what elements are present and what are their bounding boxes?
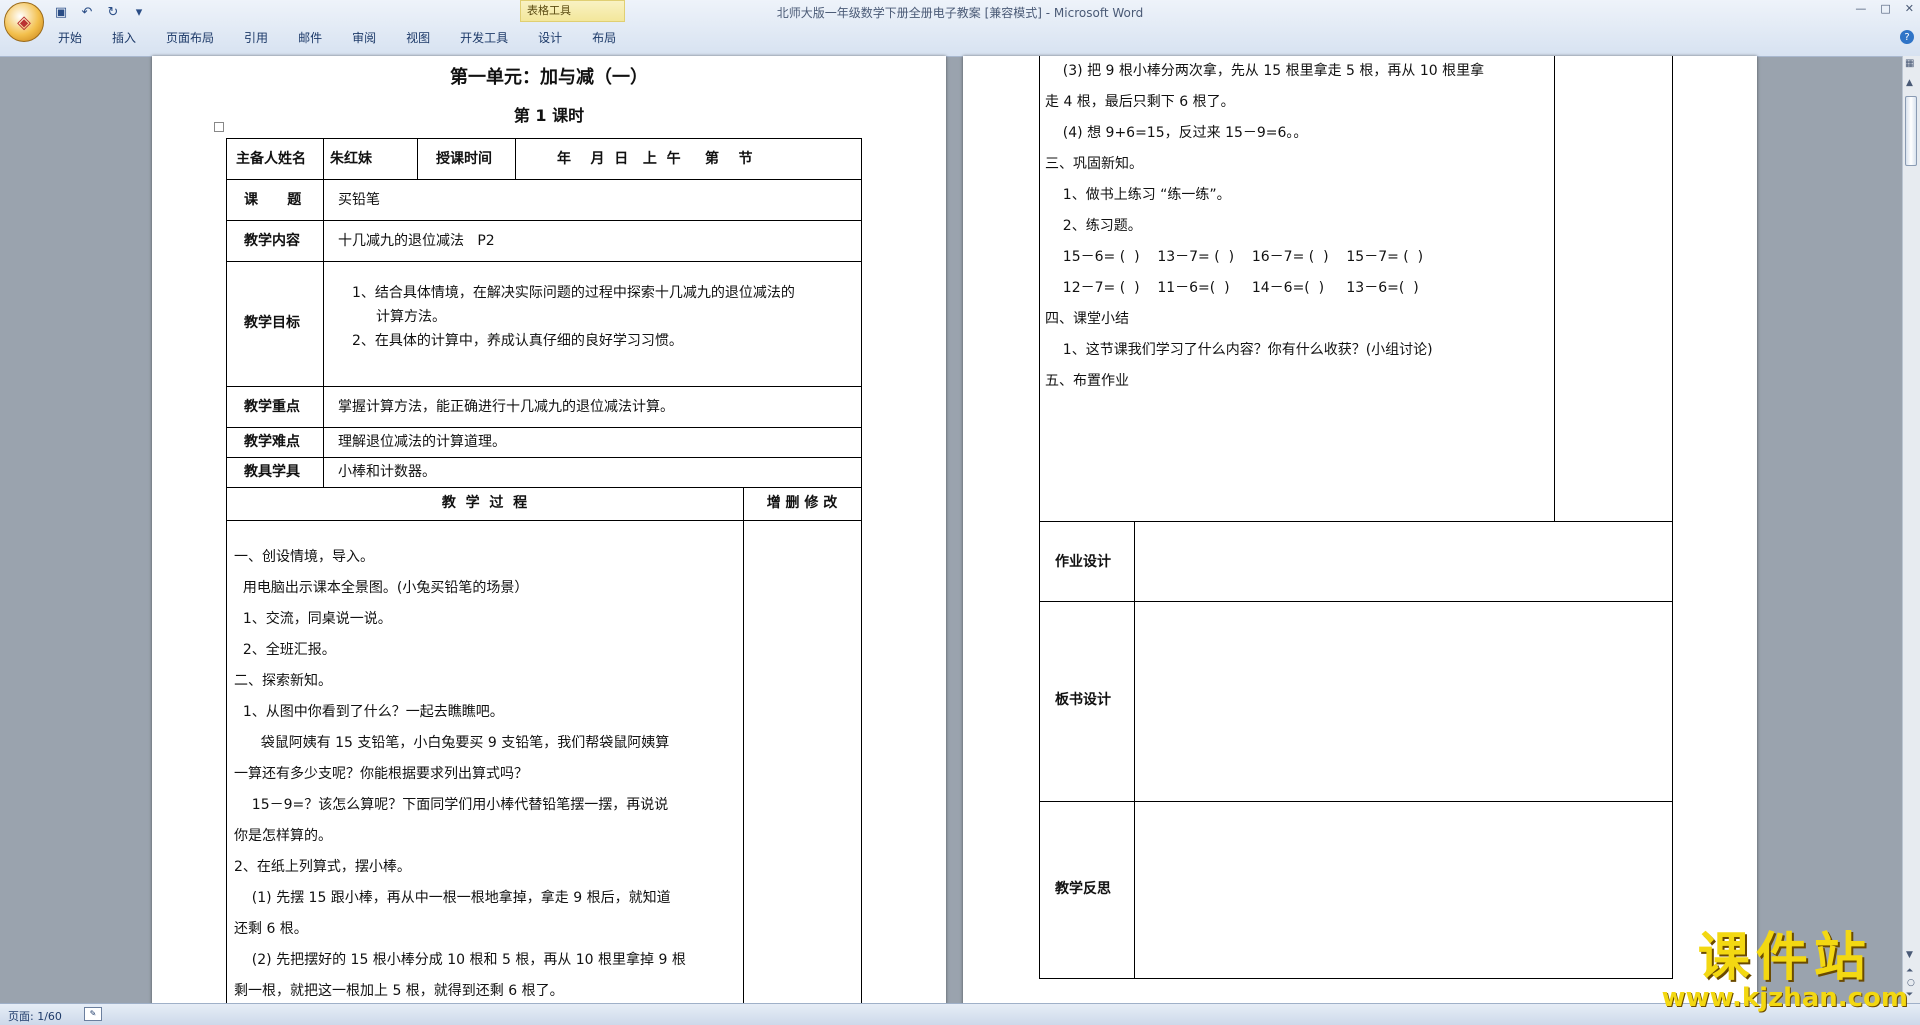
topic-value: 买铅笔 xyxy=(338,192,380,208)
tab-view[interactable]: 视图 xyxy=(406,29,430,46)
goal-label: 教学目标 xyxy=(244,315,300,331)
process-body: 一、创设情境，导入。 用电脑出示课本全景图。(小兔买铅笔的场景） 1、交流，同桌… xyxy=(234,542,739,1007)
board-design-label: 板书设计 xyxy=(1055,692,1111,708)
scroll-up-icon[interactable]: ▲ xyxy=(1906,78,1913,88)
goal-1b: 计算方法。 xyxy=(376,309,446,325)
vertical-scrollbar[interactable]: ▦ ▲ ▼ ⏶ ○ ⏷ xyxy=(1902,56,1920,1004)
homework-label: 作业设计 xyxy=(1055,554,1111,570)
process-line: 2、在纸上列算式，摆小棒。 xyxy=(234,859,411,875)
ribbon-tabs: 开始 插入 页面布局 引用 邮件 审阅 视图 开发工具 设计 布局 xyxy=(58,29,646,46)
document-title: 第一单元：加与减（一） xyxy=(450,67,648,88)
tools-value: 小棒和计数器。 xyxy=(338,464,436,480)
process-line: 15－9=？该怎么算呢？下面同学们用小棒代替铅笔摆一摆，再说说 xyxy=(234,797,669,813)
process-line: 1、这节课我们学习了什么内容？你有什么收获？(小组讨论) xyxy=(1045,342,1433,358)
process-line: 三、巩固新知。 xyxy=(1045,156,1143,172)
tab-references[interactable]: 引用 xyxy=(244,29,268,46)
key-point-label: 教学重点 xyxy=(244,399,300,415)
key-point-value: 掌握计算方法，能正确进行十几减九的退位减法计算。 xyxy=(338,399,674,415)
status-bar: 页面: 1/60 ✎ xyxy=(0,1003,1920,1025)
help-icon[interactable]: ? xyxy=(1900,30,1914,44)
process-line: 你是怎样算的。 xyxy=(234,828,332,844)
close-icon[interactable]: ✕ xyxy=(1905,2,1914,15)
process-line: (4) 想 9+6=15，反过来 15－9=6。。 xyxy=(1045,125,1308,141)
exercise-row-2: 12－7= ( ) 11－6=( ) 14－6=( ) 13－6=( ) xyxy=(1045,280,1419,296)
tab-design[interactable]: 设计 xyxy=(538,29,562,46)
kjzhan-watermark-logo: 课件站 www.kjzhan.com xyxy=(1661,927,1908,1013)
process-line: (1) 先摆 15 跟小棒，再从中一根一根地拿掉，拿走 9 根后，就知道 xyxy=(234,890,671,906)
maximize-icon[interactable]: □ xyxy=(1880,2,1890,15)
tab-insert[interactable]: 插入 xyxy=(112,29,136,46)
reflection-label: 教学反思 xyxy=(1055,881,1111,897)
preparer-value: 朱红妹 xyxy=(330,151,372,167)
watermark-main-text: 课件站 xyxy=(1697,927,1872,988)
content-label: 教学内容 xyxy=(244,233,300,249)
minimize-icon[interactable]: — xyxy=(1855,2,1866,15)
page-count[interactable]: 页面: 1/60 xyxy=(8,1008,62,1024)
preparer-label: 主备人姓名 xyxy=(236,151,306,167)
lesson-number: 第 1 课时 xyxy=(513,106,585,125)
process-line: (3) 把 9 根小棒分两次拿，先从 15 根里拿走 5 根，再从 10 根里拿 xyxy=(1045,63,1485,79)
process-line: 二、探索新知。 xyxy=(234,673,332,689)
tab-page-layout[interactable]: 页面布局 xyxy=(166,29,214,46)
tab-mailings[interactable]: 邮件 xyxy=(298,29,322,46)
watermark-url: www.kjzhan.com xyxy=(1661,983,1908,1013)
tab-home[interactable]: 开始 xyxy=(58,29,82,46)
proofing-icon[interactable]: ✎ xyxy=(84,1007,102,1021)
revise-header: 增 删 修 改 xyxy=(766,495,838,511)
content-value: 十几减九的退位减法 P2 xyxy=(338,233,495,249)
process-line: 2、全班汇报。 xyxy=(234,642,336,658)
scroll-thumb[interactable] xyxy=(1905,96,1917,166)
document-page-2: (3) 把 9 根小棒分两次拿，先从 15 根里拿走 5 根，再从 10 根里拿… xyxy=(963,56,1757,1006)
process-line: 一算还有多少支呢？你能根据要求列出算式吗？ xyxy=(234,766,528,782)
process-line: 1、从图中你看到了什么？一起去瞧瞧吧。 xyxy=(234,704,504,720)
process-line: 1、做书上练习 “练一练”。 xyxy=(1045,187,1231,203)
goal-1a: 1、结合具体情境，在解决实际问题的过程中探索十几减九的退位减法的 xyxy=(352,285,795,301)
exercise-row-1: 15－6= ( ) 13－7= ( ) 16－7= ( ) 15－7= ( ) xyxy=(1045,249,1424,265)
class-time-value[interactable]: 年 月 日 上 午 第 节 xyxy=(557,144,752,175)
difficulty-label: 教学难点 xyxy=(244,434,300,450)
goal-2: 2、在具体的计算中，养成认真仔细的良好学习习惯。 xyxy=(352,333,683,349)
tools-label: 教具学具 xyxy=(244,464,300,480)
process-line: 还剩 6 根。 xyxy=(234,921,308,937)
topic-label: 课 题 xyxy=(244,192,302,208)
ruler-toggle-icon[interactable]: ▦ xyxy=(1905,58,1914,69)
table-move-handle[interactable] xyxy=(214,122,224,132)
process-line: 袋鼠阿姨有 15 支铅笔，小白兔要买 9 支铅笔，我们帮袋鼠阿姨算 xyxy=(234,735,670,751)
document-page-1: 第一单元：加与减（一） 第 1 课时 主备人姓名 朱红妹 授课时间 年 月 日 … xyxy=(152,56,946,1006)
process-line: 用电脑出示课本全景图。(小兔买铅笔的场景） xyxy=(234,580,529,596)
process-line: 2、练习题。 xyxy=(1045,218,1142,234)
window-controls: — □ ✕ xyxy=(1855,2,1914,15)
process-header: 教 学 过 程 xyxy=(441,495,528,511)
tab-layout[interactable]: 布局 xyxy=(592,29,616,46)
process-body-continued: (3) 把 9 根小棒分两次拿，先从 15 根里拿走 5 根，再从 10 根里拿… xyxy=(1045,56,1550,397)
process-line: 一、创设情境，导入。 xyxy=(234,549,374,565)
process-line: 1、交流，同桌说一说。 xyxy=(234,611,392,627)
ribbon: ◈ ▣ ↶ ↻ ▾ 表格工具 北师大版一年级数学下册全册电子教案 [兼容模式] … xyxy=(0,0,1920,57)
window-title: 北师大版一年级数学下册全册电子教案 [兼容模式] - Microsoft Wor… xyxy=(776,6,1144,20)
difficulty-value: 理解退位减法的计算道理。 xyxy=(338,434,506,450)
process-line: 走 4 根，最后只剩下 6 根了。 xyxy=(1045,94,1235,110)
process-line: 四、课堂小结 xyxy=(1045,311,1129,327)
class-time-label: 授课时间 xyxy=(436,151,492,167)
tab-developer[interactable]: 开发工具 xyxy=(460,29,508,46)
tab-review[interactable]: 审阅 xyxy=(352,29,376,46)
browse-object-icon[interactable]: ○ xyxy=(1907,978,1915,988)
process-line: 五、布置作业 xyxy=(1045,373,1129,389)
process-line: (2) 先把摆好的 15 根小棒分成 10 根和 5 根，再从 10 根里拿掉 … xyxy=(234,952,686,968)
